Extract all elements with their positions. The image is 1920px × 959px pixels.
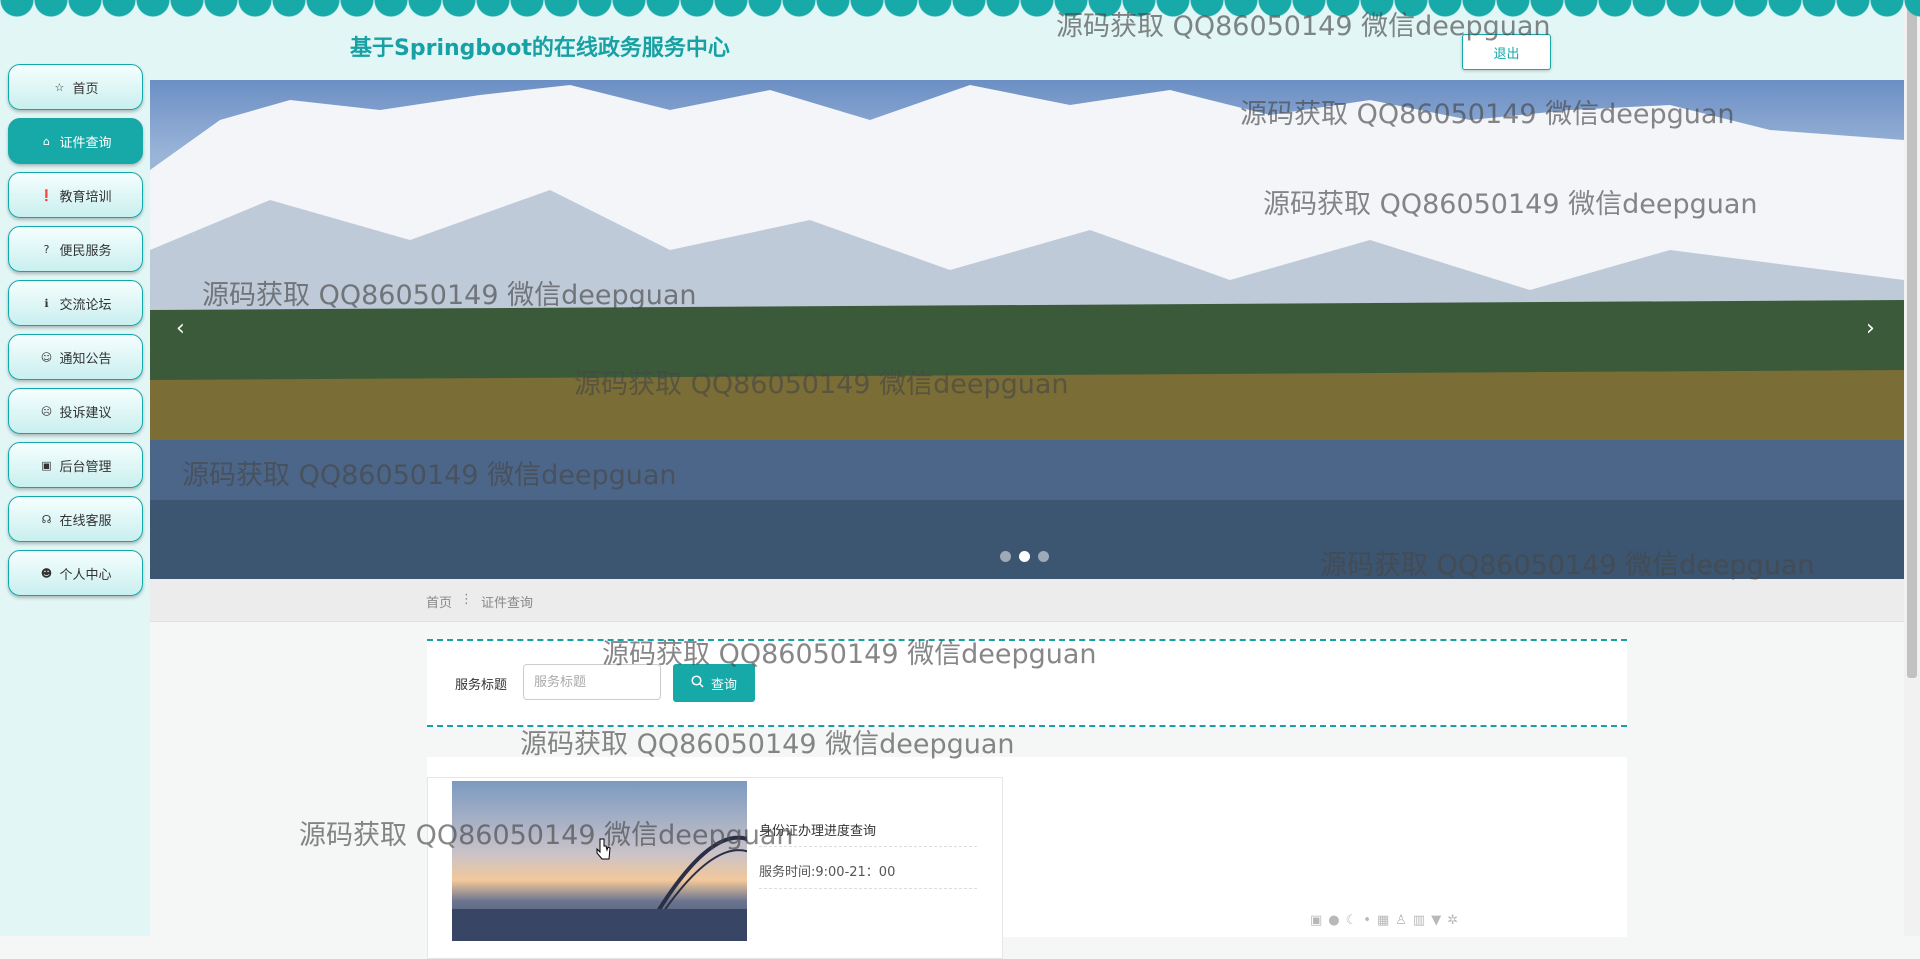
search-icon bbox=[691, 674, 704, 692]
sidebar-item-support[interactable]: ☊ 在线客服 bbox=[8, 496, 143, 542]
keyboard-icon: ▦ bbox=[1376, 913, 1390, 928]
list-item[interactable]: 身份证办理进度查询 服务时间:9:00-21：00 bbox=[427, 777, 1003, 959]
exclamation-icon: ❗ bbox=[39, 188, 54, 202]
punctuation-icon: • bbox=[1363, 913, 1371, 928]
divider bbox=[759, 846, 977, 847]
sidebar-item-label: 教育培训 bbox=[59, 189, 112, 205]
breadcrumb-home[interactable]: 首页 bbox=[426, 592, 452, 611]
service-title-input[interactable] bbox=[523, 664, 661, 700]
face-icon: ☹ bbox=[40, 404, 53, 418]
briefcase-icon: ▣ bbox=[41, 458, 52, 472]
question-icon: ? bbox=[43, 242, 50, 256]
sidebar-item-label: 首页 bbox=[72, 81, 99, 97]
carousel-dot-active[interactable] bbox=[1019, 551, 1030, 562]
shirt-icon: ▼ bbox=[1431, 913, 1442, 928]
sidebar-item-admin[interactable]: ▣ 后台管理 bbox=[8, 442, 143, 488]
breadcrumb-bar: 首页 ⋮ 证件查询 bbox=[150, 579, 1904, 622]
info-icon: ℹ bbox=[44, 296, 49, 310]
page-scrollbar[interactable] bbox=[1904, 0, 1920, 936]
carousel-dot[interactable] bbox=[1038, 551, 1049, 562]
sidebar-item-home[interactable]: ☆ 首页 bbox=[8, 64, 143, 110]
sidebar-item-label: 交流论坛 bbox=[59, 297, 112, 313]
headset-icon: ☊ bbox=[41, 512, 52, 526]
watermark: 源码获取 QQ86050149 微信deepguan bbox=[520, 729, 1015, 760]
sidebar-item-label: 证件查询 bbox=[59, 135, 112, 151]
carousel-indicators bbox=[1000, 551, 1049, 562]
divider bbox=[759, 888, 977, 889]
sidebar-item-label: 个人中心 bbox=[59, 567, 112, 583]
search-button-label: 查询 bbox=[710, 677, 737, 693]
mountain-lake-image bbox=[150, 85, 1904, 579]
sidebar-item-label: 在线客服 bbox=[59, 513, 112, 529]
star-icon: ☆ bbox=[54, 80, 65, 94]
sidebar-item-notices[interactable]: ☺ 通知公告 bbox=[8, 334, 143, 380]
sidebar-item-complaints[interactable]: ☹ 投诉建议 bbox=[8, 388, 143, 434]
home-icon: ⌂ bbox=[42, 134, 50, 148]
banner-carousel: ‹ › bbox=[150, 80, 1904, 579]
sidebar-item-forum[interactable]: ℹ 交流论坛 bbox=[8, 280, 143, 326]
sidebar-item-label: 投诉建议 bbox=[59, 405, 112, 421]
sidebar-item-label: 后台管理 bbox=[59, 459, 112, 475]
logout-button[interactable]: 退出 bbox=[1462, 34, 1551, 70]
search-label: 服务标题 bbox=[455, 678, 508, 693]
decorative-scallop-strip bbox=[0, 0, 1920, 18]
input-method-tray: ▣ ● ☾ • ▦ ♙ ▥ ▼ ✲ bbox=[1310, 913, 1458, 928]
moon-icon: ☾ bbox=[1345, 913, 1358, 928]
next-slide-arrow[interactable]: › bbox=[1866, 316, 1875, 341]
prev-slide-arrow[interactable]: ‹ bbox=[176, 316, 185, 341]
mouse-cursor-icon bbox=[596, 838, 612, 864]
chinese-mode-icon: ● bbox=[1328, 913, 1340, 928]
search-panel: 服务标题 查询 bbox=[427, 639, 1627, 727]
sidebar-item-education[interactable]: ❗ 教育培训 bbox=[8, 172, 143, 218]
carousel-dot[interactable] bbox=[1000, 551, 1011, 562]
sidebar-item-label: 通知公告 bbox=[59, 351, 112, 367]
gear-icon: ✲ bbox=[1447, 913, 1459, 928]
sidebar-item-profile[interactable]: ☻ 个人中心 bbox=[8, 550, 143, 596]
service-time: 服务时间:9:00-21：00 bbox=[759, 865, 896, 880]
service-title[interactable]: 身份证办理进度查询 bbox=[759, 820, 876, 839]
search-button[interactable]: 查询 bbox=[673, 664, 755, 702]
site-title: 基于Springboot的在线政务服务中心 bbox=[350, 36, 730, 61]
breadcrumb-separator: ⋮ bbox=[460, 592, 474, 607]
breadcrumb-current: 证件查询 bbox=[481, 596, 534, 611]
grid-icon: ▥ bbox=[1412, 913, 1426, 928]
breadcrumb: 首页 ⋮ 证件查询 bbox=[426, 592, 533, 611]
ime-logo-icon: ▣ bbox=[1310, 913, 1323, 928]
sidebar-item-label: 便民服务 bbox=[59, 243, 112, 259]
user-icon: ☻ bbox=[40, 566, 53, 580]
sidebar-item-certificate-query[interactable]: ⌂ 证件查询 bbox=[8, 118, 143, 164]
sidebar-item-services[interactable]: ? 便民服务 bbox=[8, 226, 143, 272]
sidebar-nav: ☆ 首页 ⌂ 证件查询 ❗ 教育培训 ? 便民服务 ℹ 交流论坛 ☺ 通知公告 … bbox=[0, 0, 150, 936]
smile-icon: ☺ bbox=[40, 350, 53, 364]
scrollbar-thumb[interactable] bbox=[1907, 0, 1917, 678]
user-icon: ♙ bbox=[1395, 913, 1407, 928]
